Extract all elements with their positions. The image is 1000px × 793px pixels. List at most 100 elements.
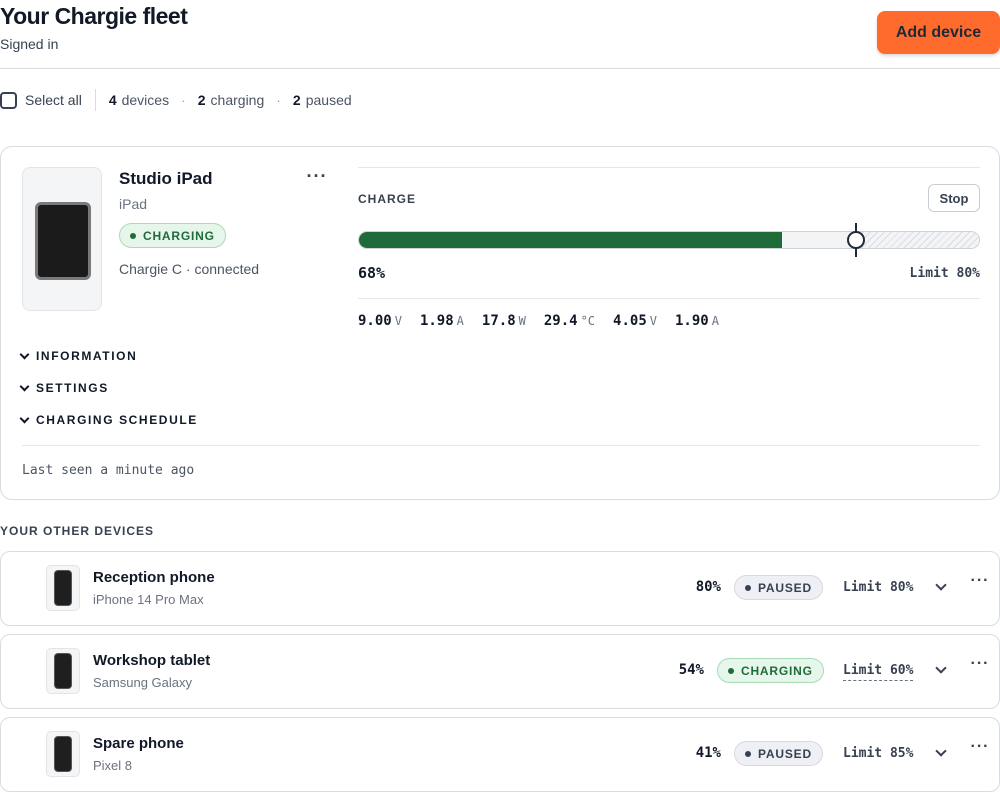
status-dot-icon [745,584,751,591]
section-information[interactable]: INFORMATION [19,349,138,363]
device-model: iPhone 14 Pro Max [93,592,204,607]
telemetry-readout: 1.90 A [675,313,719,329]
fleet-toolbar: Select all 4 devices · 2 charging · 2 pause… [0,88,352,112]
status-text: PAUSED [758,580,812,595]
device-name: Studio iPad [119,169,213,188]
charge-percent: 80% [695,579,721,595]
page-title: Your Chargie fleet [0,3,188,29]
limit-slider-handle[interactable] [846,231,865,249]
charging-count-stat: 2 charging [198,92,265,108]
paused-label: paused [305,92,352,108]
phone-icon [54,653,72,689]
telemetry-readout: 17.8 W [482,313,526,329]
telemetry-readout: 9.00 V [358,313,402,329]
charge-label: CHARGE [358,192,417,206]
section-settings[interactable]: SETTINGS [19,381,109,395]
expand-chevron-icon[interactable] [935,662,947,674]
charge-limit-editor[interactable]: Limit 60% [843,663,914,681]
charge-bar [358,231,980,249]
devices-label: devices [121,92,170,108]
telemetry-value: 9.00 [358,313,392,329]
charge-limit: Limit 80% [843,580,914,595]
devices-count-stat: 4 devices [109,92,169,108]
device-name: Workshop tablet [93,652,211,669]
telemetry-value: 1.90 [674,313,709,329]
charge-panel: CHARGE Stop 68% Limit 80% [358,167,980,299]
telemetry-value: 17.8 [481,313,516,329]
device-row[interactable]: Reception phone iPhone 14 Pro Max 80% PA… [0,551,1000,626]
status-badge: PAUSED [734,575,823,600]
status-dot-icon [728,667,734,674]
telemetry-value: 29.4 [543,313,578,329]
charging-count: 2 [197,92,206,108]
status-text: CHARGING [741,663,813,678]
above-limit-region [856,232,979,248]
paused-count: 2 [292,92,301,108]
section-charging-schedule[interactable]: CHARGING SCHEDULE [19,413,198,427]
status-dot-icon [745,750,751,757]
device-type: iPad [119,196,148,212]
paused-count-stat: 2 paused [293,92,352,108]
other-devices-heading: YOUR OTHER DEVICES [0,524,155,538]
last-seen: Last seen a minute ago [22,463,195,478]
charge-percent: 68% [358,264,386,282]
device-row[interactable]: Workshop tablet Samsung Galaxy 54% CHARG… [0,634,1000,709]
section-label: CHARGING SCHEDULE [36,413,198,427]
device-name: Spare phone [93,735,184,752]
telemetry-value: 4.05 [613,313,647,329]
device-model: Samsung Galaxy [93,675,192,690]
status-dot-icon [130,232,136,239]
charge-limit: Limit 85% [843,746,914,761]
expand-chevron-icon[interactable] [935,745,947,757]
charging-label: charging [210,92,265,108]
device-thumbnail [22,167,102,311]
charge-limit: Limit 80% [909,266,980,281]
telemetry-unit: W [518,314,526,328]
telemetry-unit: V [394,314,402,328]
telemetry-unit: °C [580,314,596,328]
select-all-label[interactable]: Select all [25,92,82,108]
expand-chevron-icon[interactable] [935,579,947,591]
phone-icon [54,570,72,606]
signed-in-status: Signed in [0,36,59,52]
telemetry-readouts: 9.00 V 1.98 A 17.8 W 29.4 °C 4.05 V 1.90 A [358,298,980,329]
charge-bar-fill [359,232,782,248]
card-divider [22,445,980,446]
status-badge: CHARGING [717,658,824,683]
more-options-button[interactable]: ··· [968,656,992,677]
status-text: PAUSED [758,746,812,761]
telemetry-unit: V [649,314,657,328]
devices-count: 4 [108,92,117,108]
device-model: Pixel 8 [93,758,133,773]
main-device-card: Studio iPad iPad CHARGING Chargie C · co… [0,146,1000,500]
device-name: Reception phone [93,569,215,586]
telemetry-readout: 1.98 A [420,313,464,329]
charge-percent: 54% [678,662,704,678]
status-badge: PAUSED [734,741,823,766]
telemetry-unit: A [711,314,719,328]
toolbar-divider [94,89,96,111]
more-options-button[interactable]: ··· [968,573,992,594]
device-row[interactable]: Spare phone Pixel 8 41% PAUSED Limit 85%… [0,717,1000,792]
device-thumbnail [46,648,80,694]
device-thumbnail [46,731,80,777]
select-all-checkbox[interactable] [0,91,17,109]
telemetry-unit: A [456,314,464,328]
ipad-icon [35,202,91,280]
charge-percent: 41% [695,745,721,761]
chevron-down-icon [19,381,30,391]
charger-connection: Chargie C · connected [119,261,260,277]
add-device-button[interactable]: Add device [877,11,1000,54]
section-label: INFORMATION [36,349,138,363]
section-label: SETTINGS [36,381,109,395]
phone-icon [54,736,72,772]
chevron-down-icon [19,413,30,423]
more-options-button[interactable]: ··· [304,167,330,189]
telemetry-readout: 29.4 °C [544,313,595,329]
status-badge: CHARGING [119,223,226,248]
more-options-button[interactable]: ··· [968,739,992,760]
stop-charging-button[interactable]: Stop [928,184,980,212]
chevron-down-icon [19,349,30,359]
telemetry-readout: 4.05 V [613,313,657,329]
telemetry-value: 1.98 [419,313,454,329]
